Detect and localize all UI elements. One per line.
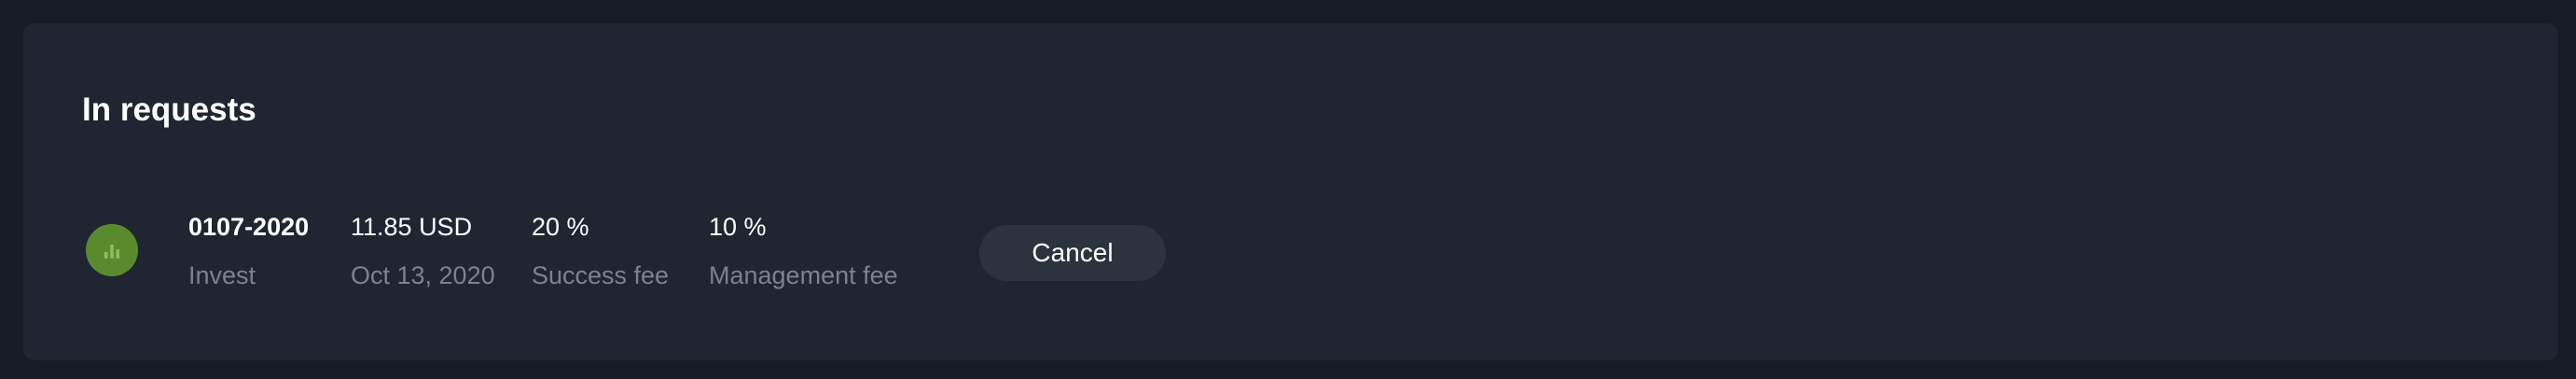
management-fee-value: 10 %	[709, 213, 767, 241]
cancel-button[interactable]: Cancel	[979, 225, 1166, 281]
asset-avatar	[86, 224, 138, 276]
management-fee-label: Management fee	[709, 261, 898, 289]
section-title: In requests	[82, 91, 256, 128]
request-row: 0107-2020 Invest 11.85 USD Oct 13, 2020 …	[23, 191, 1236, 313]
bar-chart-icon	[104, 245, 119, 259]
request-date: Oct 13, 2020	[351, 261, 495, 289]
request-type: Invest	[188, 261, 256, 289]
request-amount: 11.85 USD	[351, 213, 473, 241]
in-requests-panel: In requests 0107-2020 Invest 11.85 USD O…	[23, 23, 2558, 360]
request-name: 0107-2020	[188, 213, 310, 241]
success-fee-label: Success fee	[532, 261, 670, 289]
success-fee-value: 20 %	[532, 213, 589, 241]
